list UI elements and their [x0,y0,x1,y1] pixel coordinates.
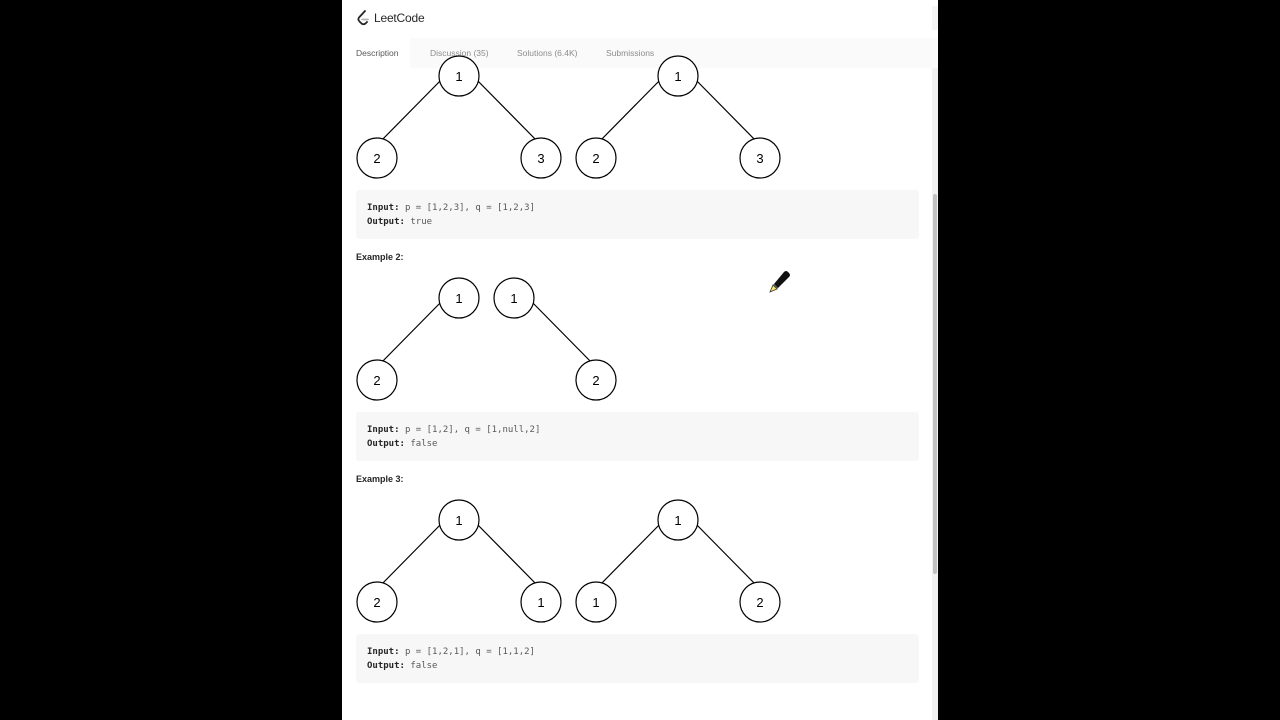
input-label: Input: [367,425,400,435]
input-label: Input: [367,203,400,213]
tree-q: 1 2 [493,277,617,401]
tree-p: 1 2 1 [356,499,562,623]
node-label: 1 [537,595,544,610]
node-label: 2 [373,151,380,166]
logo-text: LeetCode [374,11,425,25]
problem-panel: LeetCode Description Discussion (35) Sol… [342,0,938,720]
output-value: false [410,661,438,671]
top-bar: LeetCode [342,0,938,36]
input-label: Input: [367,647,400,657]
input-value: p = [1,2], q = [1,null,2] [404,425,541,435]
topbar-edge [932,6,938,30]
highlighter-cursor-icon [769,271,790,293]
output-line: Output: false [367,659,908,673]
node-label: 3 [756,151,763,166]
example-3-code: Input: p = [1,2,1], q = [1,1,2] Output: … [356,634,919,683]
node-label: 1 [674,69,681,84]
input-value: p = [1,2,3], q = [1,2,3] [404,203,535,213]
node-label: 1 [455,69,462,84]
leetcode-logo[interactable]: LeetCode [356,9,425,27]
node-label: 1 [592,595,599,610]
vertical-scrollbar[interactable] [932,68,938,720]
example-2-code: Input: p = [1,2], q = [1,null,2] Output:… [356,412,919,461]
output-label: Output: [367,217,405,227]
output-label: Output: [367,439,405,449]
tree-p: 1 2 3 [356,55,562,179]
node-label: 2 [592,151,599,166]
node-label: 2 [592,373,599,388]
leetcode-logo-icon [357,10,369,26]
output-label: Output: [367,661,405,671]
tree-q: 1 2 3 [575,55,781,179]
scrollbar-thumb[interactable] [933,194,937,574]
example-3-trees: 1 2 1 1 1 2 [356,499,781,623]
description-content: 1 2 3 1 2 3 Input: p = [1,2,3], q = [1,2… [342,55,938,720]
tree-p: 1 2 [356,277,480,401]
input-line: Input: p = [1,2], q = [1,null,2] [367,423,908,437]
node-label: 1 [455,291,462,306]
output-line: Output: false [367,437,908,451]
output-line: Output: true [367,215,908,229]
tree-q: 1 1 2 [575,499,781,623]
example-2-trees: 1 2 1 2 [356,277,617,401]
node-label: 1 [455,513,462,528]
example-2-title: Example 2: [356,252,404,262]
output-value: true [410,217,433,227]
output-value: false [410,439,438,449]
node-label: 3 [537,151,544,166]
node-label: 2 [373,595,380,610]
input-line: Input: p = [1,2,3], q = [1,2,3] [367,201,908,215]
node-label: 2 [756,595,763,610]
example-1-code: Input: p = [1,2,3], q = [1,2,3] Output: … [356,190,919,239]
input-line: Input: p = [1,2,1], q = [1,1,2] [367,645,908,659]
node-label: 1 [510,291,517,306]
input-value: p = [1,2,1], q = [1,1,2] [404,647,535,657]
node-label: 1 [674,513,681,528]
example-3-title: Example 3: [356,474,404,484]
example-1-trees: 1 2 3 1 2 3 [356,55,781,179]
node-label: 2 [373,373,380,388]
